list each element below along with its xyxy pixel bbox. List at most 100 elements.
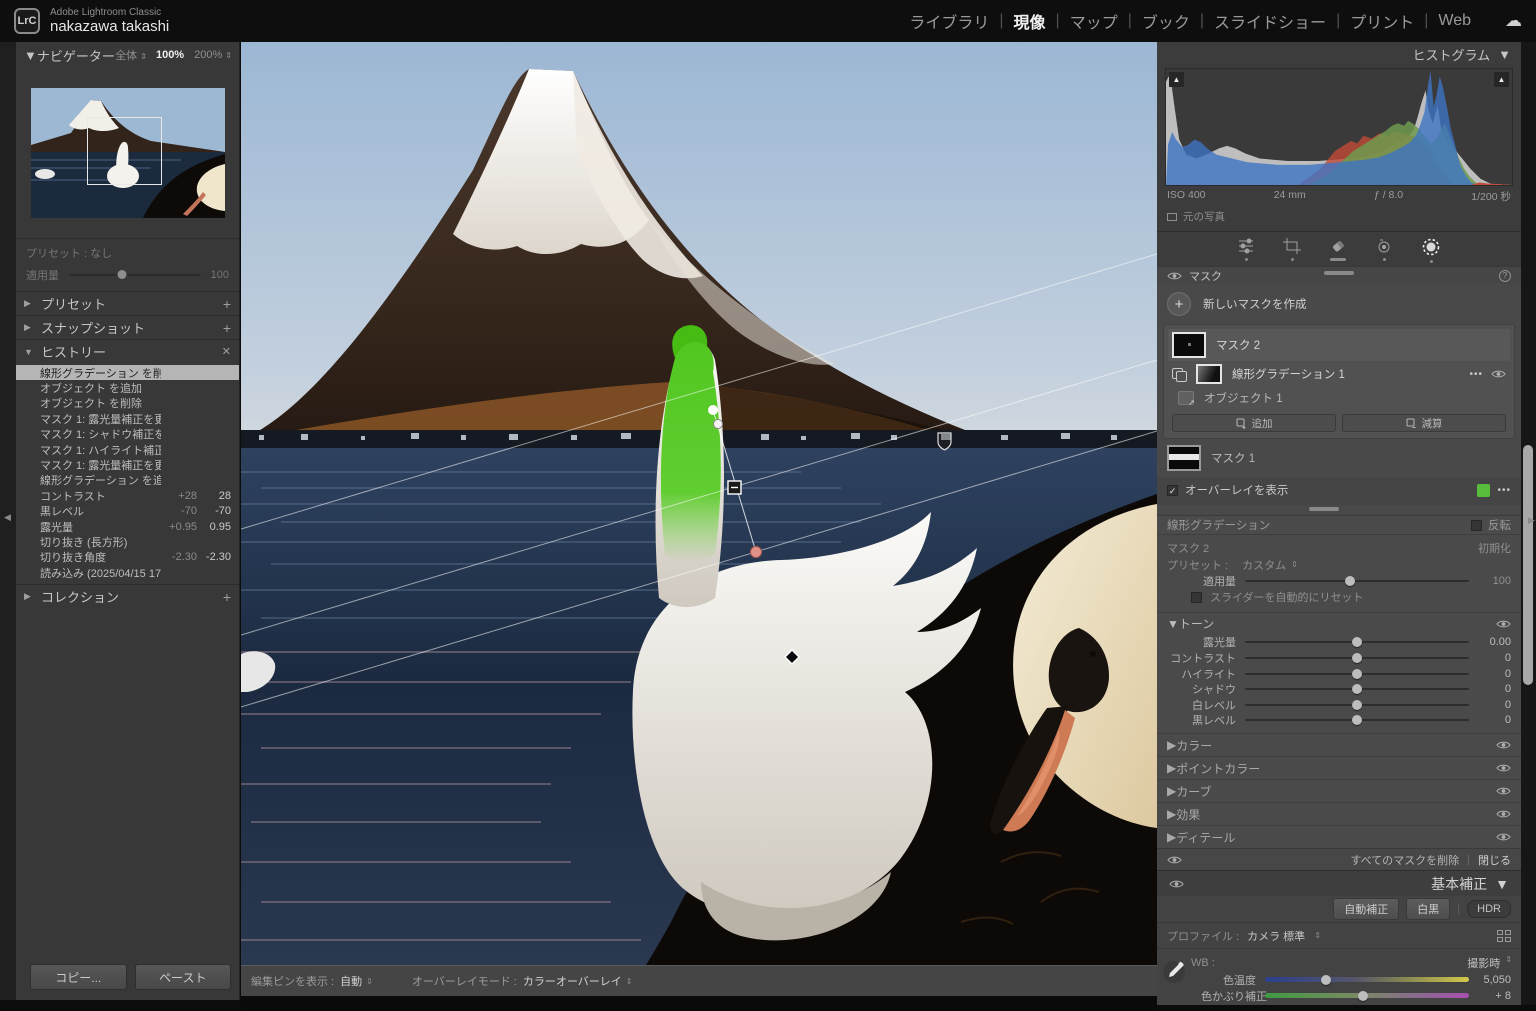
eye-icon[interactable]	[1167, 855, 1182, 865]
crop-tool[interactable]	[1282, 237, 1302, 261]
wb-updn-icon[interactable]: ⇕	[1505, 955, 1511, 971]
history-header[interactable]: ▼ ヒストリー ✕	[16, 340, 239, 363]
wb-value[interactable]: 撮影時	[1467, 955, 1500, 971]
collapsed-section-カーブ[interactable]: ▶カーブ	[1157, 779, 1521, 802]
slider-track[interactable]	[1245, 704, 1469, 706]
shadow-clipping-icon[interactable]: ▲	[1169, 72, 1184, 87]
mask-panel-header[interactable]: マスク ?	[1157, 266, 1521, 284]
zoom-100-button[interactable]: 100%	[156, 49, 184, 61]
show-overlay-checkbox[interactable]: ✓	[1167, 485, 1178, 496]
paste-button[interactable]: ペースト	[135, 964, 232, 990]
mask1-row[interactable]: マスク 1	[1157, 439, 1521, 477]
eye-icon[interactable]	[1496, 740, 1511, 750]
gradient-center-handle[interactable]	[728, 481, 741, 494]
slider-knob[interactable]	[1352, 684, 1362, 694]
eye-icon[interactable]	[1491, 369, 1506, 379]
gradient-handle-dot[interactable]	[714, 420, 723, 429]
original-photo-toggle[interactable]: 元の写真	[1157, 204, 1521, 231]
gradient-amount-knob[interactable]	[1345, 576, 1355, 586]
history-item[interactable]: マスク 1: シャドウ補正を更新	[16, 427, 239, 442]
profile-value[interactable]: カメラ 標準	[1247, 928, 1305, 944]
right-scrollbar-thumb[interactable]	[1523, 445, 1533, 685]
collapsed-section-ポイントカラー[interactable]: ▶ポイントカラー	[1157, 756, 1521, 779]
gradient-reset-button[interactable]: 初期化	[1478, 540, 1511, 556]
history-item[interactable]: 読み込み (2025/04/15 17:05:00)	[16, 565, 239, 580]
slider-knob[interactable]	[1352, 669, 1362, 679]
close-masks-button[interactable]: 閉じる	[1478, 852, 1511, 868]
navigator-zoom-rect[interactable]	[87, 117, 163, 186]
mask-subtract-button[interactable]: 減算	[1342, 414, 1506, 432]
eye-icon[interactable]	[1167, 271, 1182, 281]
auto-button[interactable]: 自動補正	[1333, 898, 1399, 920]
temp-slider[interactable]	[1265, 977, 1469, 982]
add-preset-icon[interactable]: +	[223, 296, 231, 312]
navigator-thumbnail[interactable]	[31, 88, 225, 218]
eye-icon[interactable]	[1496, 832, 1511, 842]
eye-icon[interactable]	[1496, 786, 1511, 796]
slider-knob[interactable]	[1352, 653, 1362, 663]
mask-add-button[interactable]: 追加	[1172, 414, 1336, 432]
invert-checkbox[interactable]: ✓	[1471, 520, 1482, 531]
panel-drag-handle[interactable]	[1324, 271, 1354, 275]
basic-panel-header[interactable]: 基本補正 ▼	[1157, 870, 1521, 896]
preset-updn-icon[interactable]: ⇕	[1291, 560, 1297, 569]
tint-knob[interactable]	[1358, 991, 1368, 1001]
right-collapse-arrow-icon[interactable]: ▶	[1528, 515, 1535, 526]
help-icon[interactable]: ?	[1499, 270, 1511, 282]
temp-knob[interactable]	[1321, 975, 1331, 985]
gradient1-row[interactable]: 線形グラデーション 1 •••	[1168, 361, 1510, 387]
red-eye-tool[interactable]	[1374, 237, 1394, 261]
histogram-box[interactable]: ▲ ▲	[1165, 68, 1513, 186]
profile-browser-icon[interactable]	[1497, 930, 1511, 942]
module-item[interactable]: マップ	[1060, 9, 1128, 33]
bw-button[interactable]: 白黒	[1406, 898, 1450, 920]
history-item[interactable]: 切り抜き (長方形)	[16, 534, 239, 549]
navigator-header[interactable]: ▼ ナビゲーター 全体 ⇕ 100% 200% ⇕	[16, 42, 239, 68]
object1-row[interactable]: オブジェクト 1	[1168, 387, 1510, 409]
history-item[interactable]: マスク 1: 露光量補正を更新	[16, 411, 239, 426]
healing-tool[interactable]	[1328, 237, 1348, 261]
slider-knob[interactable]	[1352, 700, 1362, 710]
clear-history-icon[interactable]: ✕	[222, 345, 231, 358]
slider-track[interactable]	[1245, 641, 1469, 643]
gradient-top-handle[interactable]	[708, 405, 718, 415]
gradient-amount-slider[interactable]	[1245, 580, 1469, 582]
slider-knob[interactable]	[1352, 637, 1362, 647]
slider-knob[interactable]	[1352, 715, 1362, 725]
mask2-row[interactable]: マスク 2	[1168, 329, 1510, 361]
slider-track[interactable]	[1245, 657, 1469, 659]
copy-button[interactable]: コピー...	[30, 964, 127, 990]
zoom-fit-button[interactable]: 全体 ⇕	[115, 47, 146, 63]
module-item[interactable]: プリント	[1340, 9, 1424, 33]
delete-all-masks-button[interactable]: すべてのマスクを削除	[1350, 852, 1459, 868]
eye-icon[interactable]	[1496, 763, 1511, 773]
highlight-clipping-icon[interactable]: ▲	[1494, 72, 1509, 87]
overlay-color-swatch[interactable]	[1477, 484, 1490, 497]
wb-dropper[interactable]	[1157, 954, 1191, 1003]
overlay-mode-value[interactable]: カラーオーバーレイ	[523, 973, 622, 989]
module-item[interactable]: Web	[1428, 12, 1481, 30]
collapsed-section-効果[interactable]: ▶効果	[1157, 802, 1521, 825]
preset-amount-knob[interactable]	[117, 270, 126, 279]
slider-track[interactable]	[1245, 673, 1469, 675]
history-item[interactable]: オブジェクト を削除	[16, 396, 239, 411]
gradient-bottom-handle[interactable]	[751, 547, 762, 558]
slider-track[interactable]	[1245, 688, 1469, 690]
history-item[interactable]: コントラスト+2828	[16, 488, 239, 503]
module-item[interactable]: ライブラリ	[899, 9, 999, 33]
add-snapshot-icon[interactable]: +	[223, 320, 231, 336]
history-item[interactable]: マスク 1: ハイライト補正を更新	[16, 442, 239, 457]
panel-drag-handle[interactable]	[1309, 507, 1339, 511]
eye-icon[interactable]	[1169, 879, 1184, 889]
overlay-mode-updn-icon[interactable]: ⇕	[626, 977, 632, 986]
edit-pins-value[interactable]: 自動	[340, 973, 362, 989]
photo-canvas[interactable]	[241, 42, 1157, 965]
module-item[interactable]: スライドショー	[1204, 9, 1336, 33]
preset-amount-slider[interactable]	[69, 274, 201, 276]
eye-icon[interactable]	[1496, 809, 1511, 819]
edit-pins-updn-icon[interactable]: ⇕	[366, 977, 372, 986]
collapsed-section-ディテール[interactable]: ▶ディテール	[1157, 825, 1521, 848]
tone-header[interactable]: ▼ トーン	[1157, 613, 1521, 635]
mask-pin-icon[interactable]	[938, 433, 951, 450]
auto-reset-checkbox[interactable]: ✓	[1191, 592, 1202, 603]
